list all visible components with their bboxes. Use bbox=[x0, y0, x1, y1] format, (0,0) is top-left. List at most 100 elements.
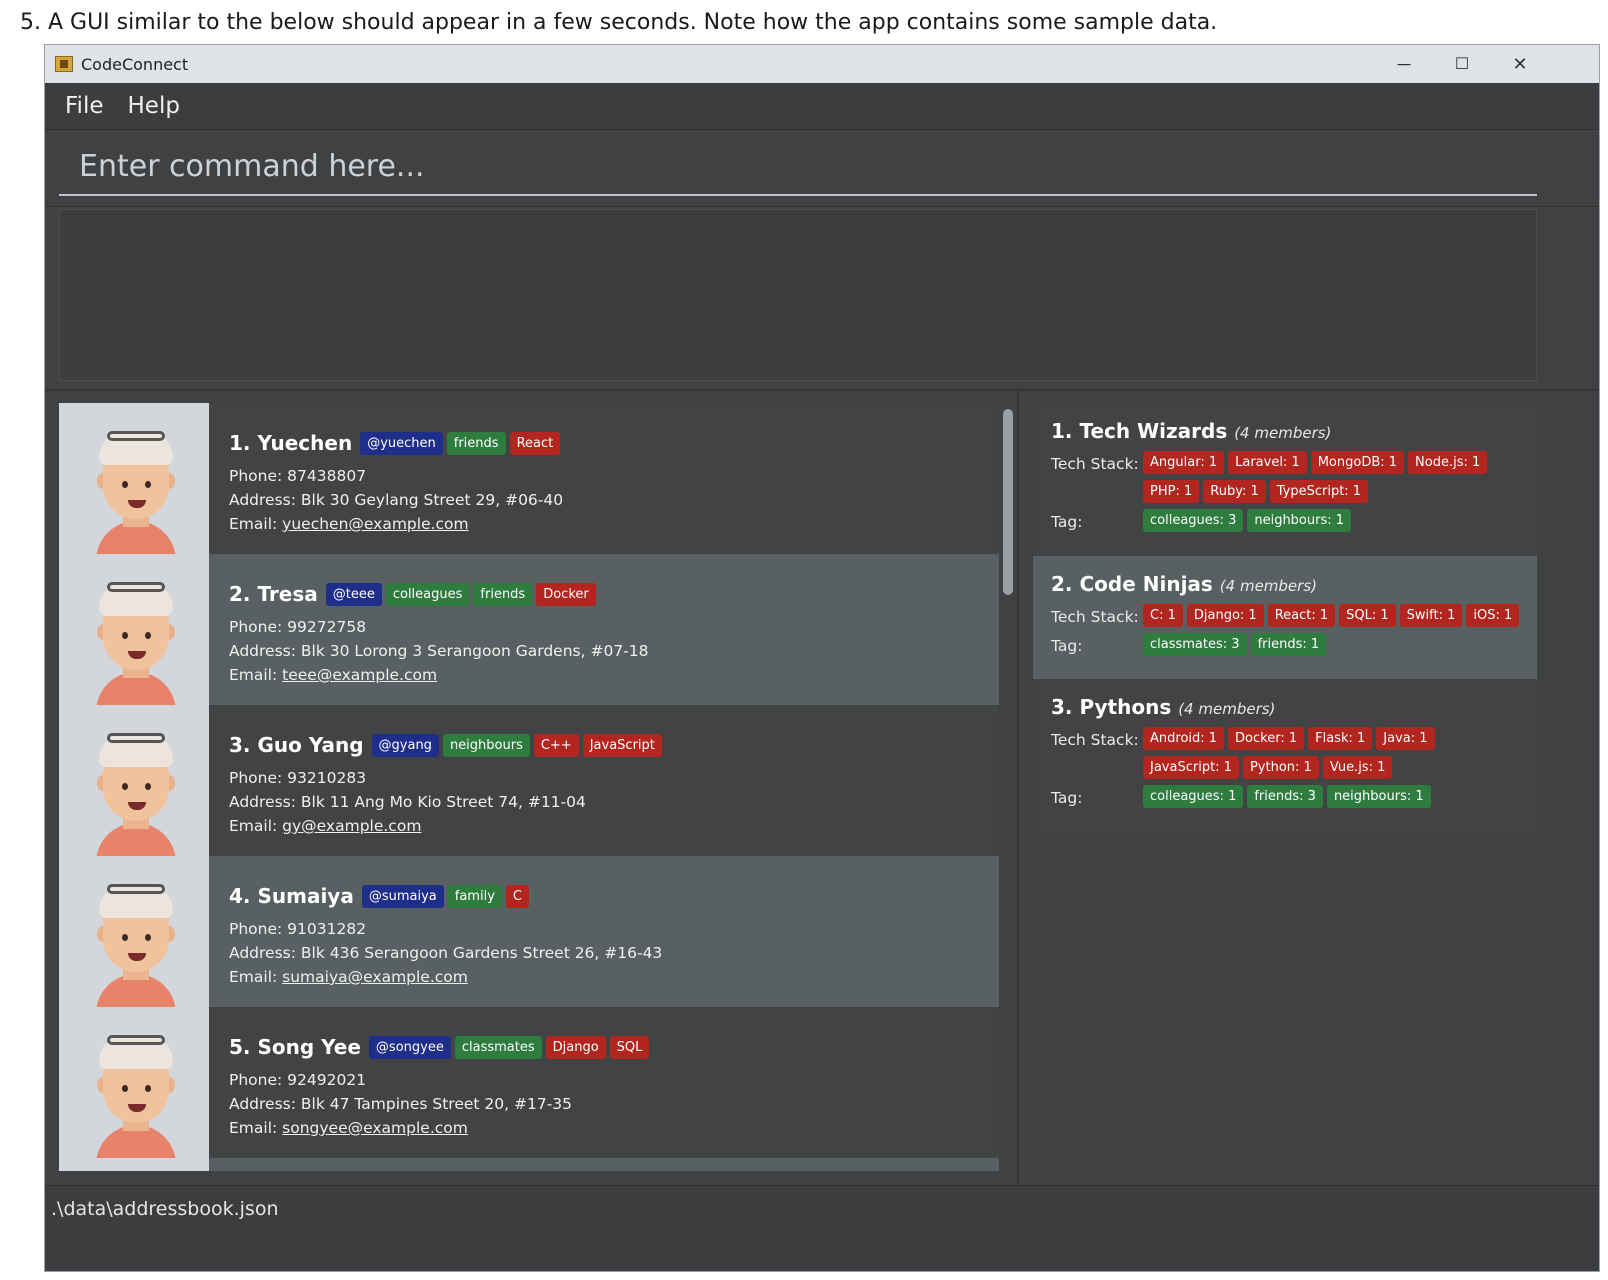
person-email-link[interactable]: gy@example.com bbox=[282, 817, 421, 835]
avatar-part bbox=[145, 481, 151, 488]
group-name: 2. Code Ninjas bbox=[1051, 572, 1213, 596]
tech-count-badge: PHP: 1 bbox=[1143, 480, 1200, 503]
group-card[interactable]: 1. Tech Wizards (4 members) Tech Stack: An… bbox=[1033, 403, 1537, 556]
tag-chips: classmates: 3 friends: 1 bbox=[1143, 633, 1533, 662]
tech-count-badge: Swift: 1 bbox=[1399, 604, 1463, 627]
person-name: 4. Sumaiya bbox=[229, 884, 354, 908]
person-details: 1. Yuechen @yuechen friends React Phone: 874… bbox=[209, 403, 564, 554]
menu-file[interactable]: File bbox=[65, 93, 104, 119]
divider bbox=[45, 389, 1599, 391]
person-phone: Phone: 93210283 bbox=[229, 769, 367, 787]
avatar-part bbox=[107, 582, 165, 592]
avatar-part bbox=[145, 1085, 151, 1092]
group-tag-row: Tag: colleagues: 1 friends: 3 neighbours: 1 bbox=[1051, 785, 1537, 814]
group-card[interactable]: 3. Pythons (4 members) Tech Stack: Android… bbox=[1033, 679, 1537, 833]
person-email-link[interactable]: yuechen@example.com bbox=[282, 515, 468, 533]
group-member-count: (4 members) bbox=[1219, 577, 1317, 595]
tech-count-badge: Node.js: 1 bbox=[1408, 451, 1488, 474]
tech-stack-label: Tech Stack: bbox=[1051, 455, 1139, 473]
group-name: 3. Pythons bbox=[1051, 695, 1172, 719]
person-email-row: Email: songyee@example.com bbox=[229, 1119, 653, 1137]
tag-count-badge: classmates: 3 bbox=[1143, 633, 1247, 656]
person-name: 3. Guo Yang bbox=[229, 733, 364, 757]
person-address: Address: Blk 436 Serangoon Gardens Stree… bbox=[229, 944, 663, 962]
avatar bbox=[59, 403, 209, 554]
minimize-button[interactable]: ─ bbox=[1375, 45, 1433, 83]
data-file-path: .\data\addressbook.json bbox=[51, 1198, 279, 1220]
tech-count-badge: Flask: 1 bbox=[1308, 727, 1373, 750]
person-email-link[interactable]: teee@example.com bbox=[282, 666, 437, 684]
person-address: Address: Blk 30 Lorong 3 Serangoon Garde… bbox=[229, 642, 649, 660]
status-bar: .\data\addressbook.json bbox=[45, 1185, 1599, 1271]
tag-badge: classmates bbox=[454, 1035, 542, 1059]
window-title: CodeConnect bbox=[81, 54, 189, 74]
tag-chips: colleagues: 1 friends: 3 neighbours: 1 bbox=[1143, 785, 1533, 814]
group-tech-row: Tech Stack: Angular: 1 Laravel: 1 MongoDB: … bbox=[1051, 451, 1537, 509]
person-name: 1. Yuechen bbox=[229, 431, 353, 455]
tag-chips: colleagues: 3 neighbours: 1 bbox=[1143, 509, 1533, 538]
person-phone: Phone: 92492021 bbox=[229, 1071, 367, 1089]
tag-badge: friends bbox=[473, 582, 533, 606]
person-card[interactable]: 3. Guo Yang @gyang neighbours C++ JavaScript… bbox=[59, 705, 999, 856]
handle-badge: @yuechen bbox=[360, 431, 443, 455]
tech-count-badge: iOS: 1 bbox=[1466, 604, 1520, 627]
group-name: 1. Tech Wizards bbox=[1051, 419, 1228, 443]
person-card[interactable]: 4. Sumaiya @sumaiya family C Phone: 91031282… bbox=[59, 856, 999, 1007]
person-details: 5. Song Yee @songyee classmates Django SQL Ph… bbox=[209, 1007, 653, 1158]
tech-stack-label: Tech Stack: bbox=[1051, 731, 1139, 749]
avatar-part bbox=[122, 783, 128, 790]
group-tech-row: Tech Stack: C: 1 Django: 1 React: 1 SQL: 1 Sw… bbox=[1051, 604, 1537, 633]
person-card[interactable]: 5. Song Yee @songyee classmates Django SQL Ph… bbox=[59, 1007, 999, 1158]
tech-badge: SQL bbox=[609, 1035, 650, 1059]
person-details: 3. Guo Yang @gyang neighbours C++ JavaScript… bbox=[209, 705, 666, 856]
person-details: 4. Sumaiya @sumaiya family C Phone: 91031282… bbox=[209, 856, 662, 1007]
person-card[interactable]: 2. Tresa @teee colleagues friends Docker Phon… bbox=[59, 554, 999, 705]
group-list[interactable]: 1. Tech Wizards (4 members) Tech Stack: An… bbox=[1033, 403, 1537, 833]
person-list-scrollbar[interactable] bbox=[1003, 409, 1013, 595]
tag-badge: neighbours bbox=[442, 733, 530, 757]
tech-count-badge: Ruby: 1 bbox=[1203, 480, 1266, 503]
avatar-part bbox=[107, 431, 165, 441]
tag-badge: colleagues bbox=[385, 582, 470, 606]
avatar bbox=[59, 705, 209, 856]
title-bar: CodeConnect ─ ☐ ✕ bbox=[45, 45, 1599, 83]
person-email-link[interactable]: songyee@example.com bbox=[282, 1119, 468, 1137]
tech-count-badge: C: 1 bbox=[1143, 604, 1183, 627]
tech-count-badge: Angular: 1 bbox=[1143, 451, 1225, 474]
avatar-part bbox=[122, 1085, 128, 1092]
person-name-row: 3. Guo Yang @gyang neighbours C++ JavaScript bbox=[229, 731, 666, 759]
split-divider[interactable] bbox=[1017, 391, 1019, 1185]
person-list[interactable]: 1. Yuechen @yuechen friends React Phone: 874… bbox=[59, 403, 999, 1171]
person-email-link[interactable]: sumaiya@example.com bbox=[282, 968, 468, 986]
menu-help[interactable]: Help bbox=[128, 93, 180, 119]
tech-count-badge: Python: 1 bbox=[1242, 756, 1319, 779]
group-title: 2. Code Ninjas (4 members) bbox=[1051, 572, 1537, 596]
result-display bbox=[59, 209, 1537, 381]
close-button[interactable]: ✕ bbox=[1491, 45, 1549, 83]
email-label: Email: bbox=[229, 817, 283, 835]
person-name-row: 2. Tresa @teee colleagues friends Docker bbox=[229, 580, 649, 608]
tag-count-badge: neighbours: 1 bbox=[1247, 509, 1352, 532]
tech-badge: React bbox=[509, 431, 561, 455]
person-email-row: Email: teee@example.com bbox=[229, 666, 649, 684]
tech-count-badge: Django: 1 bbox=[1186, 604, 1264, 627]
tech-stack-chips: Angular: 1 Laravel: 1 MongoDB: 1 Node.js: 1… bbox=[1143, 451, 1533, 509]
person-address: Address: Blk 47 Tampines Street 20, #17-… bbox=[229, 1095, 573, 1113]
tech-stack-label: Tech Stack: bbox=[1051, 608, 1139, 626]
tech-badge: Docker bbox=[536, 582, 596, 606]
tech-count-badge: Laravel: 1 bbox=[1228, 451, 1307, 474]
group-tag-row: Tag: classmates: 3 friends: 1 bbox=[1051, 633, 1537, 662]
avatar bbox=[59, 856, 209, 1007]
maximize-button[interactable]: ☐ bbox=[1433, 45, 1491, 83]
person-card[interactable]: 1. Yuechen @yuechen friends React Phone: 874… bbox=[59, 403, 999, 554]
avatar-part bbox=[122, 934, 128, 941]
command-input[interactable] bbox=[59, 138, 1537, 196]
tag-count-badge: neighbours: 1 bbox=[1326, 785, 1431, 808]
group-title: 1. Tech Wizards (4 members) bbox=[1051, 419, 1537, 443]
tag-label: Tag: bbox=[1051, 637, 1083, 655]
group-card[interactable]: 2. Code Ninjas (4 members) Tech Stack: C: … bbox=[1033, 556, 1537, 679]
person-name-row: 5. Song Yee @songyee classmates Django SQL bbox=[229, 1033, 653, 1061]
tech-count-badge: Docker: 1 bbox=[1228, 727, 1305, 750]
avatar-part bbox=[107, 884, 165, 894]
tech-count-badge: Vue.js: 1 bbox=[1322, 756, 1393, 779]
